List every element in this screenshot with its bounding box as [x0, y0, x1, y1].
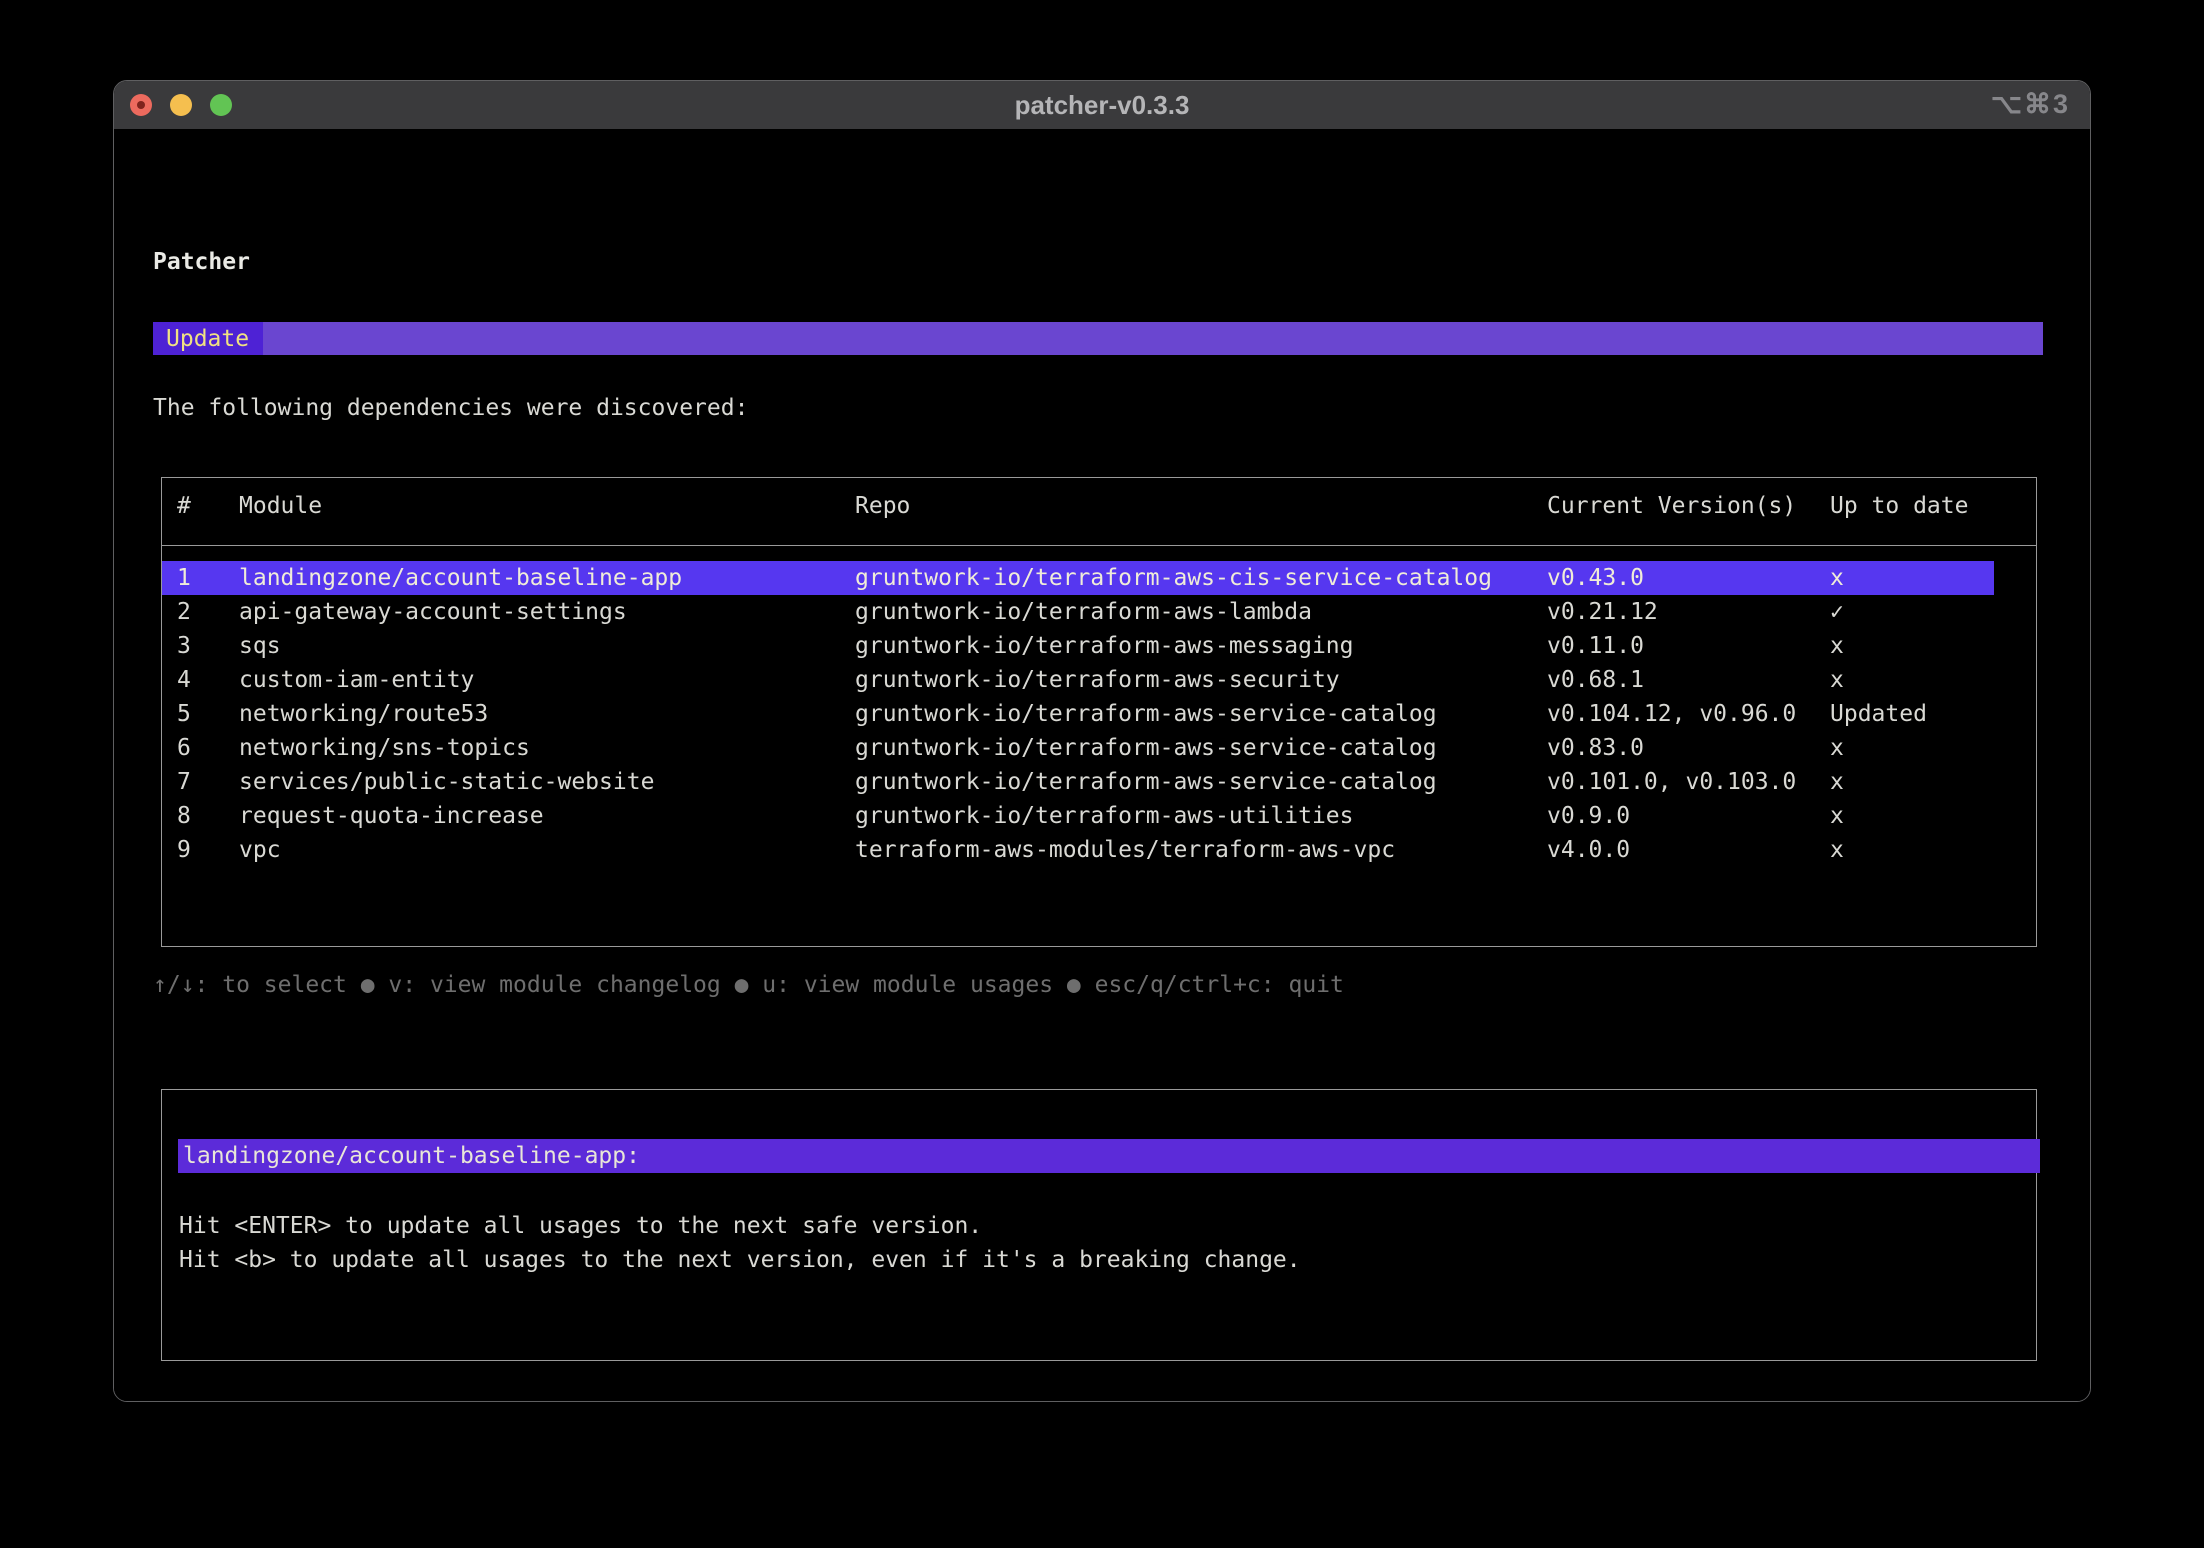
table-row[interactable]: 5 networking/route53 gruntwork-io/terraf… [162, 697, 1994, 731]
detail-instructions: Hit <ENTER> to update all usages to the … [179, 1209, 1301, 1277]
table-row[interactable]: 3 sqs gruntwork-io/terraform-aws-messagi… [162, 629, 1994, 663]
window-titlebar[interactable]: patcher-v0.3.3 ⌥⌘3 [114, 81, 2090, 129]
cell-status: x [1830, 769, 1994, 795]
cell-repo: terraform-aws-modules/terraform-aws-vpc [855, 837, 1547, 863]
cell-repo: gruntwork-io/terraform-aws-service-catal… [855, 735, 1547, 761]
cell-versions: v0.11.0 [1547, 633, 1830, 659]
intro-text: The following dependencies were discover… [153, 395, 748, 421]
cell-status: x [1830, 837, 1994, 863]
cell-versions: v0.21.12 [1547, 599, 1830, 625]
col-header-status: Up to date [1830, 493, 1994, 519]
cell-num: 4 [177, 667, 239, 693]
tab-shortcut-hint: ⌥⌘3 [1991, 89, 2070, 120]
cell-status: Updated [1830, 701, 1994, 727]
cell-status: x [1830, 735, 1994, 761]
terminal-window: patcher-v0.3.3 ⌥⌘3 Patcher Update The fo… [113, 80, 2091, 1402]
cell-repo: gruntwork-io/terraform-aws-lambda [855, 599, 1547, 625]
cell-status: x [1830, 667, 1994, 693]
cell-module: custom-iam-entity [239, 667, 855, 693]
table-row[interactable]: 4 custom-iam-entity gruntwork-io/terrafo… [162, 663, 1994, 697]
cell-versions: v0.43.0 [1547, 565, 1830, 591]
cell-module: networking/sns-topics [239, 735, 855, 761]
table-row[interactable]: 8 request-quota-increase gruntwork-io/te… [162, 799, 1994, 833]
tab-update[interactable]: Update [153, 322, 263, 355]
dependencies-table: # Module Repo Current Version(s) Up to d… [161, 477, 2037, 947]
cell-num: 3 [177, 633, 239, 659]
selected-module-title: landingzone/account-baseline-app: [178, 1139, 2040, 1173]
cell-num: 5 [177, 701, 239, 727]
cell-module: api-gateway-account-settings [239, 599, 855, 625]
desktop-background: patcher-v0.3.3 ⌥⌘3 Patcher Update The fo… [0, 0, 2204, 1548]
cell-num: 6 [177, 735, 239, 761]
cell-repo: gruntwork-io/terraform-aws-service-catal… [855, 769, 1547, 795]
cell-versions: v0.101.0, v0.103.0 [1547, 769, 1830, 795]
cell-module: vpc [239, 837, 855, 863]
tab-bar: Update [153, 322, 2043, 355]
cell-num: 1 [177, 565, 239, 591]
cell-status: ✓ [1830, 599, 1994, 625]
keybinding-help: ↑/↓: to select ● v: view module changelo… [153, 972, 1344, 998]
cell-num: 2 [177, 599, 239, 625]
cell-versions: v0.104.12, v0.96.0 [1547, 701, 1830, 727]
cell-module: sqs [239, 633, 855, 659]
detail-instruction-line1: Hit <ENTER> to update all usages to the … [179, 1213, 982, 1239]
zoom-button[interactable] [210, 94, 232, 116]
col-header-repo: Repo [855, 493, 1547, 519]
detail-instruction-line2: Hit <b> to update all usages to the next… [179, 1247, 1301, 1273]
cell-module: services/public-static-website [239, 769, 855, 795]
table-body: 1 landingzone/account-baseline-app grunt… [162, 561, 2036, 867]
table-row[interactable]: 6 networking/sns-topics gruntwork-io/ter… [162, 731, 1994, 765]
col-header-num: # [177, 493, 239, 519]
cell-module: landingzone/account-baseline-app [239, 565, 855, 591]
table-row[interactable]: 2 api-gateway-account-settings gruntwork… [162, 595, 1994, 629]
cell-num: 8 [177, 803, 239, 829]
cell-status: x [1830, 803, 1994, 829]
cell-num: 7 [177, 769, 239, 795]
minimize-button[interactable] [170, 94, 192, 116]
cell-versions: v4.0.0 [1547, 837, 1830, 863]
cell-status: x [1830, 633, 1994, 659]
app-heading: Patcher [153, 249, 250, 275]
cell-module: request-quota-increase [239, 803, 855, 829]
table-row[interactable]: 9 vpc terraform-aws-modules/terraform-aw… [162, 833, 1994, 867]
cell-versions: v0.83.0 [1547, 735, 1830, 761]
cell-repo: gruntwork-io/terraform-aws-messaging [855, 633, 1547, 659]
col-header-versions: Current Version(s) [1547, 493, 1830, 519]
table-row[interactable]: 1 landingzone/account-baseline-app grunt… [162, 561, 1994, 595]
cell-repo: gruntwork-io/terraform-aws-utilities [855, 803, 1547, 829]
cell-versions: v0.9.0 [1547, 803, 1830, 829]
cell-repo: gruntwork-io/terraform-aws-cis-service-c… [855, 565, 1547, 591]
col-header-module: Module [239, 493, 855, 519]
cell-status: x [1830, 565, 1994, 591]
traffic-lights [130, 94, 232, 116]
cell-repo: gruntwork-io/terraform-aws-service-catal… [855, 701, 1547, 727]
table-header: # Module Repo Current Version(s) Up to d… [162, 478, 2036, 546]
cell-num: 9 [177, 837, 239, 863]
cell-versions: v0.68.1 [1547, 667, 1830, 693]
cell-repo: gruntwork-io/terraform-aws-security [855, 667, 1547, 693]
close-button[interactable] [130, 94, 152, 116]
window-title: patcher-v0.3.3 [1015, 90, 1190, 121]
cell-module: networking/route53 [239, 701, 855, 727]
table-row[interactable]: 7 services/public-static-website gruntwo… [162, 765, 1994, 799]
terminal-content: Patcher Update The following dependencie… [114, 129, 2090, 1401]
module-detail-panel: landingzone/account-baseline-app: Hit <E… [161, 1089, 2037, 1361]
